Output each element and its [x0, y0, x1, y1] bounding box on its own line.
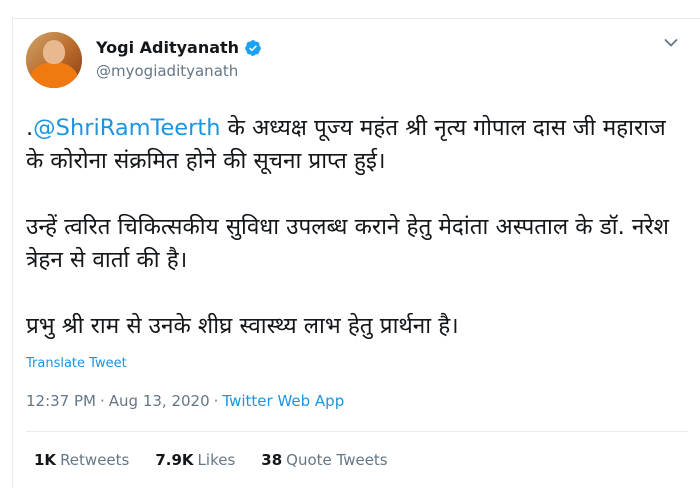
tweet-paragraph-2: उन्हें त्वरित चिकित्सकीय सुविधा उपलब्ध क…: [26, 214, 669, 273]
likes-count: 7.9K: [155, 451, 194, 469]
quote-tweets-stat[interactable]: 38 Quote Tweets: [261, 451, 387, 469]
likes-stat[interactable]: 7.9K Likes: [155, 451, 235, 469]
quote-tweets-label: Quote Tweets: [286, 451, 388, 469]
author-name-row[interactable]: Yogi Adityanath: [96, 38, 262, 57]
tweet-meta: 12:37 PM · Aug 13, 2020 · Twitter Web Ap…: [26, 392, 344, 410]
tweet-paragraph-1: .@ShriRamTeerth के अध्यक्ष पूज्य महंत श्…: [26, 112, 676, 178]
tweet-paragraph-3: प्रभु श्री राम से उनके शीघ्र स्वास्थ्य ल…: [26, 313, 459, 339]
likes-label: Likes: [197, 451, 236, 469]
avatar-robe: [30, 62, 78, 88]
avatar[interactable]: [26, 32, 82, 88]
author-handle[interactable]: @myogiadityanath: [96, 62, 238, 80]
divider: [26, 431, 688, 432]
verified-badge-icon: [245, 39, 261, 56]
tweet-source-link[interactable]: Twitter Web App: [222, 392, 344, 410]
author-name[interactable]: Yogi Adityanath: [96, 38, 239, 57]
tweet-stats: 1K Retweets 7.9K Likes 38 Quote Tweets: [34, 451, 388, 469]
tweet-text: .@ShriRamTeerth के अध्यक्ष पूज्य महंत श्…: [26, 112, 676, 343]
tweet-time[interactable]: 12:37 PM: [26, 392, 96, 410]
meta-separator: ·: [213, 392, 219, 410]
retweets-stat[interactable]: 1K Retweets: [34, 451, 129, 469]
retweets-count: 1K: [34, 451, 57, 469]
meta-separator: ·: [99, 392, 105, 410]
avatar-head: [43, 40, 65, 64]
translate-tweet-link[interactable]: Translate Tweet: [26, 356, 127, 371]
mention-link[interactable]: @ShriRamTeerth: [33, 115, 220, 141]
chevron-down-icon[interactable]: [664, 38, 678, 48]
tweet-date[interactable]: Aug 13, 2020: [109, 392, 210, 410]
retweets-label: Retweets: [60, 451, 130, 469]
quote-tweets-count: 38: [261, 451, 283, 469]
